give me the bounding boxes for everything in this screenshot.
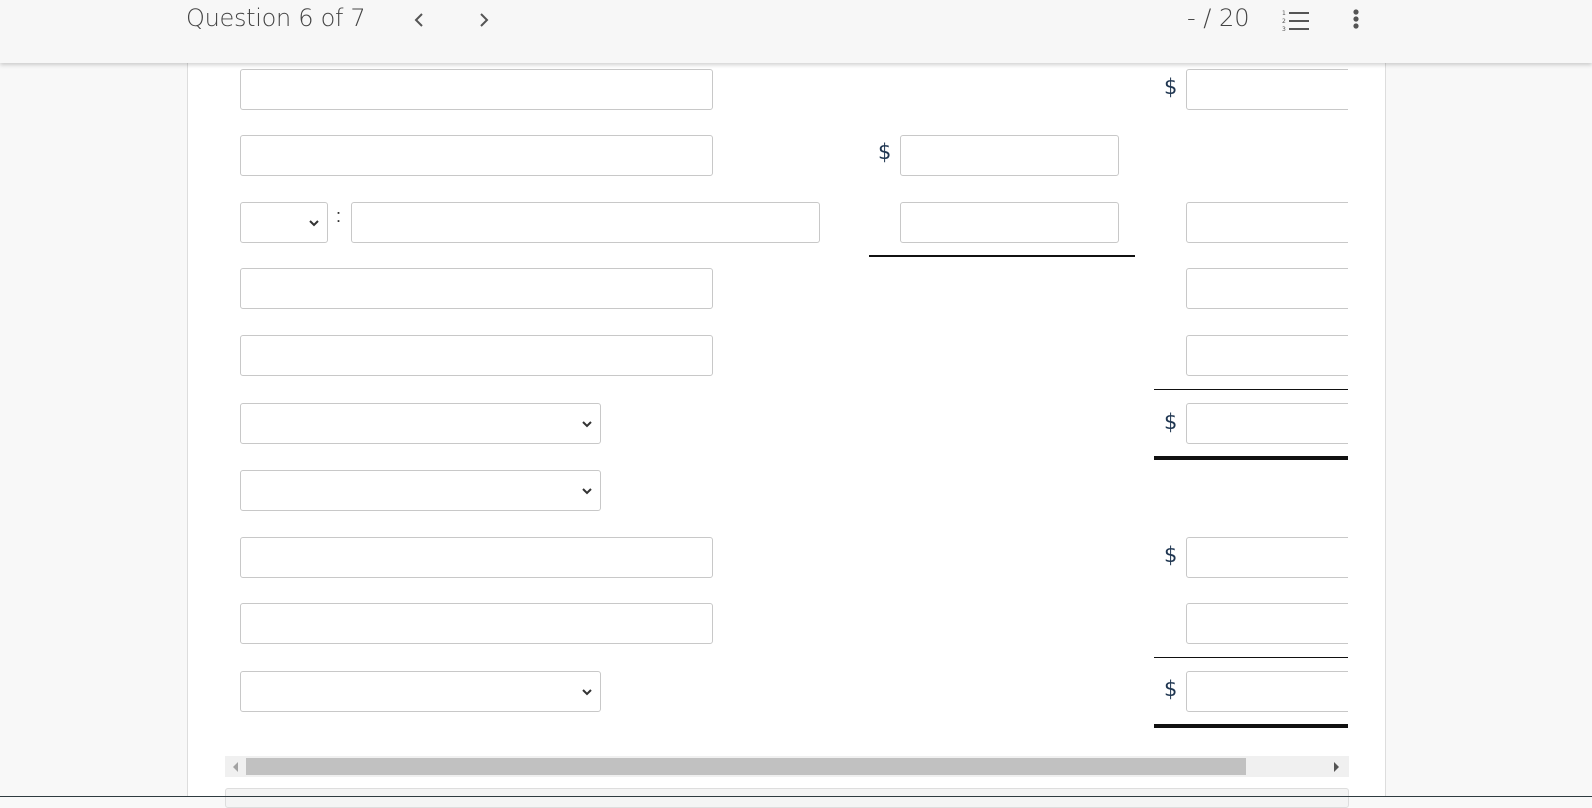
more-vertical-icon[interactable]: [1348, 6, 1364, 34]
row2-col1-dollar: $: [878, 140, 892, 164]
scroll-left-arrow-icon[interactable]: [233, 762, 238, 772]
row3-col1-input[interactable]: [900, 202, 1119, 243]
row7-select[interactable]: [240, 470, 601, 511]
numbered-list-icon[interactable]: 1 2 3: [1282, 8, 1310, 32]
col2-clip-region: [1186, 63, 1348, 743]
row3-label-input[interactable]: [351, 202, 820, 243]
svg-text:1: 1: [1282, 10, 1286, 17]
row8-label-input[interactable]: [240, 537, 713, 578]
row8-col2-dollar: $: [1164, 543, 1178, 567]
row3-select[interactable]: [240, 202, 328, 243]
next-section-box: [225, 788, 1349, 808]
row4-label-input[interactable]: [240, 268, 713, 309]
row1-col2-input[interactable]: [1186, 69, 1348, 110]
row5-col2-input[interactable]: [1186, 335, 1348, 376]
row9-col2-input[interactable]: [1186, 603, 1348, 644]
row2-label-input[interactable]: [240, 135, 713, 176]
row6-col2-dollar: $: [1164, 410, 1178, 434]
col1-subtotal-line: [869, 255, 1135, 257]
row6-col2-input[interactable]: [1186, 403, 1348, 444]
row1-label-input[interactable]: [240, 69, 713, 110]
next-question-button[interactable]: [473, 8, 495, 32]
scroll-right-arrow-icon[interactable]: [1334, 762, 1339, 772]
chevron-down-icon: [582, 689, 592, 696]
chevron-down-icon: [582, 421, 592, 428]
chevron-right-icon: [480, 13, 489, 27]
row8-col2-input[interactable]: [1186, 537, 1348, 578]
previous-question-button[interactable]: [408, 8, 430, 32]
row9-label-input[interactable]: [240, 603, 713, 644]
chevron-left-icon: [414, 13, 423, 27]
scrollbar-thumb[interactable]: [246, 758, 1246, 775]
question-header: Question 6 of 7 - / 20 1 2 3: [0, 0, 1592, 63]
row10-select[interactable]: [240, 671, 601, 712]
row3-col2-input[interactable]: [1186, 202, 1348, 243]
row10-col2-input[interactable]: [1186, 671, 1348, 712]
svg-text:2: 2: [1282, 18, 1286, 25]
colon-separator: :: [336, 206, 342, 226]
row4-col2-input[interactable]: [1186, 268, 1348, 309]
row10-col2-dollar: $: [1164, 677, 1178, 701]
row6-select[interactable]: [240, 403, 601, 444]
svg-text:3: 3: [1282, 26, 1286, 32]
question-counter: Question 6 of 7: [186, 4, 366, 32]
row5-label-input[interactable]: [240, 335, 713, 376]
score-display: - / 20: [1187, 4, 1250, 32]
row1-col2-dollar: $: [1164, 75, 1178, 99]
horizontal-scrollbar[interactable]: [225, 756, 1349, 777]
chevron-down-icon: [309, 220, 319, 227]
chevron-down-icon: [582, 488, 592, 495]
row2-col1-input[interactable]: [900, 135, 1119, 176]
